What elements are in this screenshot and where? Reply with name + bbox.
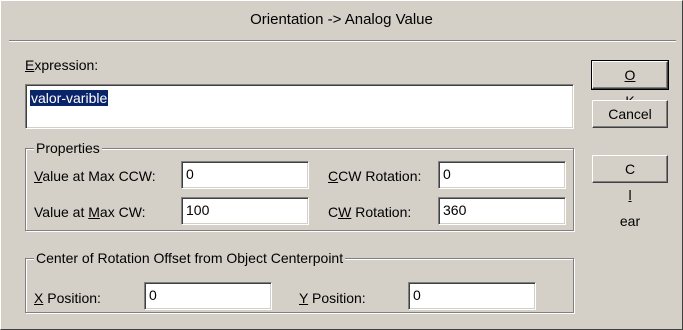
ccw-rotation-label: CCW Rotation: — [328, 168, 422, 184]
expression-input[interactable]: valor-varible — [25, 84, 574, 129]
cw-rotation-input[interactable]: 360 — [438, 197, 566, 225]
expression-label: Expression: — [25, 57, 99, 73]
x-position-label: X Position: — [34, 290, 101, 306]
y-position-value: 0 — [413, 287, 421, 303]
cw-rotation-label: CW Rotation: — [328, 204, 412, 220]
properties-group-label: Properties — [34, 140, 102, 156]
value-max-cw-label: Value at Max CW: — [34, 204, 146, 220]
expression-value: valor-varible — [30, 90, 109, 106]
ccw-rotation-input[interactable]: 0 — [438, 161, 566, 189]
value-max-cw-input[interactable]: 100 — [181, 197, 309, 225]
title-divider — [9, 40, 676, 42]
value-max-ccw-input[interactable]: 0 — [181, 161, 309, 189]
y-position-input[interactable]: 0 — [408, 282, 536, 310]
ok-button[interactable]: OK — [591, 60, 669, 109]
x-position-value: 0 — [149, 287, 157, 303]
value-max-ccw-value: 0 — [186, 166, 194, 182]
x-position-input[interactable]: 0 — [144, 282, 272, 310]
center-offset-group-label: Center of Rotation Offset from Object Ce… — [34, 250, 346, 266]
value-max-cw-value: 100 — [186, 202, 210, 218]
dialog-title: Orientation -> Analog Value — [250, 11, 433, 28]
value-max-ccw-label: Value at Max CCW: — [34, 168, 156, 184]
y-position-label: Y Position: — [299, 290, 366, 306]
orientation-dialog: Orientation -> Analog Value Expression: … — [0, 0, 683, 330]
clear-button[interactable]: Cl ear — [592, 155, 668, 229]
cancel-button[interactable]: Cancel — [592, 100, 668, 128]
ccw-rotation-value: 0 — [443, 166, 451, 182]
cw-rotation-value: 360 — [443, 202, 467, 218]
